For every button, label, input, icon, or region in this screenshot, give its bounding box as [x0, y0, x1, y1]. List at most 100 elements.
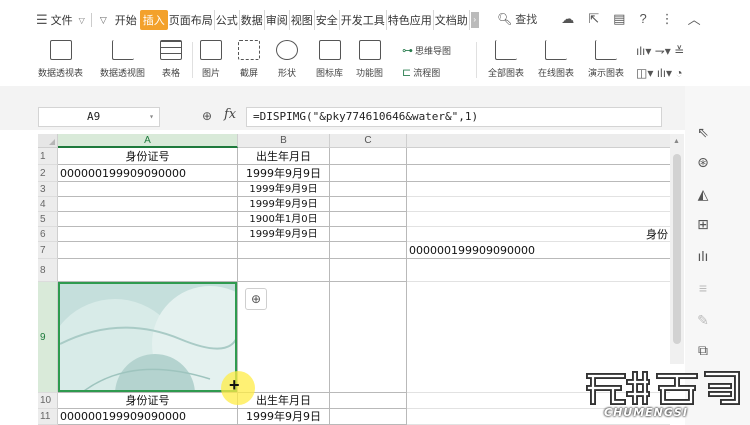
cell-a5[interactable]	[58, 212, 238, 227]
cell-c1[interactable]	[330, 148, 407, 165]
backup-icon[interactable]: ⧉	[695, 342, 711, 359]
scroll-thumb[interactable]	[673, 154, 681, 344]
row-header-2[interactable]: 2	[38, 165, 58, 182]
tab-page-layout[interactable]: 页面布局	[168, 10, 215, 30]
row-header-10[interactable]: 10	[38, 393, 58, 409]
hamburger-icon[interactable]: ☰	[36, 12, 48, 28]
select-all-corner[interactable]	[38, 134, 58, 148]
cell-d2[interactable]	[407, 165, 670, 182]
edit-icon[interactable]: ✎	[695, 312, 711, 329]
cell-d8[interactable]	[407, 259, 670, 282]
formula-input[interactable]: =DISPIMG("&pky774610646&water&",1)	[246, 107, 662, 127]
cell-c7[interactable]	[330, 242, 407, 259]
cell-c4[interactable]	[330, 197, 407, 212]
cell-d6[interactable]: 身份	[407, 227, 670, 242]
chevron-down-icon[interactable]: ▾	[149, 108, 154, 126]
tab-formulas[interactable]: 公式	[215, 10, 240, 30]
grid-apps-icon[interactable]: ⊞	[695, 216, 711, 233]
cell-a4[interactable]	[58, 197, 238, 212]
flowchart-button[interactable]: ⊏ 流程图	[402, 66, 440, 79]
column-chart-icon[interactable]: ılı▾	[636, 44, 651, 58]
row-header-4[interactable]: 4	[38, 197, 58, 212]
cell-b2[interactable]: 1999年9月9日	[238, 165, 330, 182]
cell-a10[interactable]: 身份证号	[58, 393, 238, 409]
template-icon[interactable]: ▤	[613, 11, 625, 27]
row-header-9[interactable]: 9	[38, 282, 58, 393]
ring-chart-icon[interactable]: ◔	[675, 66, 682, 80]
row-header-8[interactable]: 8	[38, 259, 58, 282]
row-header-7[interactable]: 7	[38, 242, 58, 259]
scroll-up-icon[interactable]: ▲	[673, 138, 680, 145]
cell-b6[interactable]: 1999年9月9日	[238, 227, 330, 242]
cell-c9[interactable]	[330, 282, 407, 393]
cell-c6[interactable]	[330, 227, 407, 242]
cell-d7[interactable]: 000000199909090000	[407, 242, 670, 259]
chevron-down-icon[interactable]: ▽	[79, 16, 85, 25]
collapse-ribbon-icon[interactable]: ︿	[688, 9, 701, 28]
row-header-11[interactable]: 11	[38, 409, 58, 425]
tab-view[interactable]: 视图	[290, 10, 315, 30]
cell-a3[interactable]	[58, 182, 238, 197]
cell-c10[interactable]	[330, 393, 407, 409]
zoom-lookup-icon[interactable]: ⊕	[202, 109, 212, 123]
list-icon[interactable]: ≡	[695, 280, 711, 296]
cell-c5[interactable]	[330, 212, 407, 227]
icon-lib-button[interactable]: 图标库	[316, 40, 343, 79]
cell-d4[interactable]	[407, 197, 670, 212]
tab-developer[interactable]: 开发工具	[340, 10, 387, 30]
tab-security[interactable]: 安全	[315, 10, 340, 30]
cell-b8[interactable]	[238, 259, 330, 282]
cell-c2[interactable]	[330, 165, 407, 182]
screenshot-button[interactable]: 截屏	[238, 40, 260, 79]
function-chart-button[interactable]: 功能图	[356, 40, 383, 79]
embedded-image[interactable]	[58, 282, 237, 392]
quick-access-icon[interactable]: ▽	[100, 15, 107, 26]
stock-chart-icon[interactable]: ılı▾	[657, 66, 672, 80]
cell-b1[interactable]: 出生年月日	[238, 148, 330, 165]
cell-d3[interactable]	[407, 182, 670, 197]
column-header-a[interactable]: A	[58, 134, 238, 148]
cell-a2[interactable]: 000000199909090000	[58, 165, 238, 182]
name-box[interactable]: A9 ▾	[38, 107, 160, 127]
pivot-table-button[interactable]: 数据透视表	[38, 40, 83, 79]
all-charts-button[interactable]: 全部图表	[488, 40, 524, 79]
more-icon[interactable]: ⋮	[661, 11, 674, 27]
chart-type-row-1[interactable]: ılı▾ ⇁▾ ≚	[636, 44, 684, 58]
cell-a1[interactable]: 身份证号	[58, 148, 238, 165]
cell-b3[interactable]: 1999年9月9日	[238, 182, 330, 197]
pivot-chart-button[interactable]: 数据透视图	[100, 40, 145, 79]
cell-c8[interactable]	[330, 259, 407, 282]
row-header-6[interactable]: 6	[38, 227, 58, 242]
tabs-more-icon[interactable]: ›	[470, 12, 479, 28]
tab-insert[interactable]: 插入	[139, 10, 168, 30]
cell-a8[interactable]	[58, 259, 238, 282]
cell-a11[interactable]: 000000199909090000	[58, 409, 238, 425]
cloud-sync-icon[interactable]: ☁	[561, 11, 574, 27]
column-header-c[interactable]: C	[330, 134, 407, 148]
cell-b4[interactable]: 1999年9月9日	[238, 197, 330, 212]
cell-a7[interactable]	[58, 242, 238, 259]
area-chart-icon[interactable]: ≚	[674, 44, 684, 58]
cell-b5[interactable]: 1900年1月0日	[238, 212, 330, 227]
cell-d5[interactable]	[407, 212, 670, 227]
table-button[interactable]: 表格	[160, 40, 182, 79]
search-button[interactable]: 🔍︎ 查找	[497, 11, 537, 27]
tab-review[interactable]: 审阅	[265, 10, 290, 30]
row-header-5[interactable]: 5	[38, 212, 58, 227]
column-header-b[interactable]: B	[238, 134, 330, 148]
style-icon[interactable]: ⊛	[695, 154, 711, 171]
help-icon[interactable]: ?	[639, 11, 646, 26]
row-header-1[interactable]: 1	[38, 148, 58, 165]
file-menu[interactable]: 文件	[51, 12, 73, 28]
cell-b7[interactable]	[238, 242, 330, 259]
chart-panel-icon[interactable]: ılı	[695, 248, 711, 264]
cell-c11[interactable]	[330, 409, 407, 425]
share-icon[interactable]: ⇱	[588, 11, 599, 27]
tab-special[interactable]: 特色应用	[387, 10, 434, 30]
pointer-icon[interactable]: ⇖	[695, 124, 711, 141]
shapes-button[interactable]: 形状	[276, 40, 298, 79]
online-charts-button[interactable]: 在线图表	[538, 40, 574, 79]
cell-b11[interactable]: 1999年9月9日	[238, 409, 330, 425]
line-chart-icon[interactable]: ⇁▾	[655, 44, 671, 58]
row-header-3[interactable]: 3	[38, 182, 58, 197]
